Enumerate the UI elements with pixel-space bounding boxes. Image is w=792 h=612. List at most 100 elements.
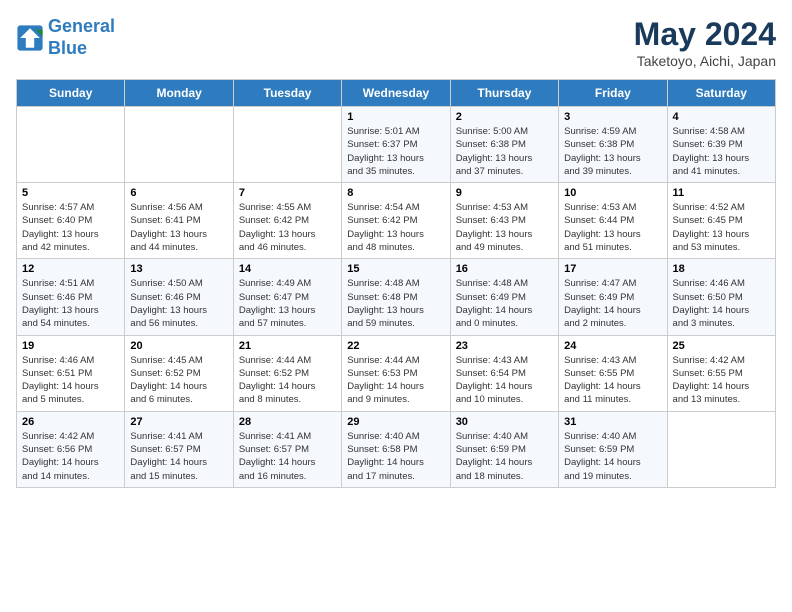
calendar-cell: 5Sunrise: 4:57 AM Sunset: 6:40 PM Daylig… <box>17 183 125 259</box>
day-info: Sunrise: 4:55 AM Sunset: 6:42 PM Dayligh… <box>239 201 336 254</box>
col-header-friday: Friday <box>559 80 667 107</box>
day-info: Sunrise: 4:42 AM Sunset: 6:56 PM Dayligh… <box>22 430 119 483</box>
day-info: Sunrise: 4:43 AM Sunset: 6:55 PM Dayligh… <box>564 354 661 407</box>
week-row-4: 19 Sunrise: 4:46 AM Sunset: 6:51 PM Dayli… <box>17 335 776 411</box>
day-number: 15 <box>347 263 444 275</box>
logo-line2: Blue <box>48 38 115 60</box>
week-row-2: 5Sunrise: 4:57 AM Sunset: 6:40 PM Daylig… <box>17 183 776 259</box>
col-header-wednesday: Wednesday <box>342 80 450 107</box>
day-number: 25 <box>673 340 770 352</box>
calendar-cell: 21 Sunrise: 4:44 AM Sunset: 6:52 PM Dayli… <box>233 335 341 411</box>
col-header-sunday: Sunday <box>17 80 125 107</box>
day-number: 28 <box>239 416 336 428</box>
day-number: 20 <box>130 340 227 352</box>
day-number: 29 <box>347 416 444 428</box>
calendar-cell: 30 Sunrise: 4:40 AM Sunset: 6:59 PM Dayli… <box>450 411 558 487</box>
day-info: Sunrise: 4:53 AM Sunset: 6:44 PM Dayligh… <box>564 201 661 254</box>
calendar-cell: 25 Sunrise: 4:42 AM Sunset: 6:55 PM Dayli… <box>667 335 775 411</box>
calendar-cell: 10 Sunrise: 4:53 AM Sunset: 6:44 PM Dayli… <box>559 183 667 259</box>
logo-text: General Blue <box>48 16 115 59</box>
day-info: Sunrise: 4:42 AM Sunset: 6:55 PM Dayligh… <box>673 354 770 407</box>
calendar-cell: 3 Sunrise: 4:59 AM Sunset: 6:38 PM Daylig… <box>559 107 667 183</box>
day-info: Sunrise: 4:40 AM Sunset: 6:58 PM Dayligh… <box>347 430 444 483</box>
calendar-cell: 6 Sunrise: 4:56 AM Sunset: 6:41 PM Daylig… <box>125 183 233 259</box>
day-number: 9 <box>456 187 553 199</box>
day-number: 11 <box>673 187 770 199</box>
calendar-cell: 20 Sunrise: 4:45 AM Sunset: 6:52 PM Dayli… <box>125 335 233 411</box>
logo-line1: General <box>48 16 115 38</box>
col-header-monday: Monday <box>125 80 233 107</box>
calendar-cell: 27Sunrise: 4:41 AM Sunset: 6:57 PM Dayli… <box>125 411 233 487</box>
day-number: 17 <box>564 263 661 275</box>
calendar-cell: 17 Sunrise: 4:47 AM Sunset: 6:49 PM Dayli… <box>559 259 667 335</box>
calendar-cell: 28 Sunrise: 4:41 AM Sunset: 6:57 PM Dayli… <box>233 411 341 487</box>
day-info: Sunrise: 4:44 AM Sunset: 6:52 PM Dayligh… <box>239 354 336 407</box>
day-number: 21 <box>239 340 336 352</box>
day-info: Sunrise: 4:41 AM Sunset: 6:57 PM Dayligh… <box>239 430 336 483</box>
day-info: Sunrise: 4:57 AM Sunset: 6:40 PM Dayligh… <box>22 201 119 254</box>
day-info: Sunrise: 4:51 AM Sunset: 6:46 PM Dayligh… <box>22 277 119 330</box>
day-info: Sunrise: 4:56 AM Sunset: 6:41 PM Dayligh… <box>130 201 227 254</box>
day-number: 16 <box>456 263 553 275</box>
day-info: Sunrise: 4:47 AM Sunset: 6:49 PM Dayligh… <box>564 277 661 330</box>
day-number: 2 <box>456 111 553 123</box>
day-info: Sunrise: 4:43 AM Sunset: 6:54 PM Dayligh… <box>456 354 553 407</box>
day-number: 23 <box>456 340 553 352</box>
logo: General Blue <box>16 16 115 59</box>
day-number: 6 <box>130 187 227 199</box>
day-number: 12 <box>22 263 119 275</box>
day-number: 27 <box>130 416 227 428</box>
calendar-cell: 7Sunrise: 4:55 AM Sunset: 6:42 PM Daylig… <box>233 183 341 259</box>
calendar-cell: 31Sunrise: 4:40 AM Sunset: 6:59 PM Dayli… <box>559 411 667 487</box>
calendar-cell: 1 Sunrise: 5:01 AM Sunset: 6:37 PM Daylig… <box>342 107 450 183</box>
title-area: May 2024 Taketoyo, Aichi, Japan <box>634 16 776 69</box>
calendar-cell <box>667 411 775 487</box>
day-number: 14 <box>239 263 336 275</box>
calendar-cell: 2Sunrise: 5:00 AM Sunset: 6:38 PM Daylig… <box>450 107 558 183</box>
calendar-cell <box>125 107 233 183</box>
day-info: Sunrise: 4:58 AM Sunset: 6:39 PM Dayligh… <box>673 125 770 178</box>
day-info: Sunrise: 5:01 AM Sunset: 6:37 PM Dayligh… <box>347 125 444 178</box>
day-info: Sunrise: 4:49 AM Sunset: 6:47 PM Dayligh… <box>239 277 336 330</box>
calendar-cell: 24 Sunrise: 4:43 AM Sunset: 6:55 PM Dayli… <box>559 335 667 411</box>
logo-icon <box>16 24 44 52</box>
calendar-cell: 9 Sunrise: 4:53 AM Sunset: 6:43 PM Daylig… <box>450 183 558 259</box>
day-info: Sunrise: 4:44 AM Sunset: 6:53 PM Dayligh… <box>347 354 444 407</box>
week-row-3: 12 Sunrise: 4:51 AM Sunset: 6:46 PM Dayli… <box>17 259 776 335</box>
calendar-header-row: SundayMondayTuesdayWednesdayThursdayFrid… <box>17 80 776 107</box>
calendar-cell: 19 Sunrise: 4:46 AM Sunset: 6:51 PM Dayli… <box>17 335 125 411</box>
calendar-cell: 8Sunrise: 4:54 AM Sunset: 6:42 PM Daylig… <box>342 183 450 259</box>
calendar-cell: 18 Sunrise: 4:46 AM Sunset: 6:50 PM Dayli… <box>667 259 775 335</box>
calendar-cell <box>233 107 341 183</box>
day-number: 10 <box>564 187 661 199</box>
day-number: 4 <box>673 111 770 123</box>
col-header-thursday: Thursday <box>450 80 558 107</box>
col-header-saturday: Saturday <box>667 80 775 107</box>
page-header: General Blue May 2024 Taketoyo, Aichi, J… <box>16 16 776 69</box>
day-info: Sunrise: 4:53 AM Sunset: 6:43 PM Dayligh… <box>456 201 553 254</box>
day-number: 19 <box>22 340 119 352</box>
day-number: 26 <box>22 416 119 428</box>
day-info: Sunrise: 4:50 AM Sunset: 6:46 PM Dayligh… <box>130 277 227 330</box>
day-number: 18 <box>673 263 770 275</box>
calendar-table: SundayMondayTuesdayWednesdayThursdayFrid… <box>16 79 776 488</box>
calendar-cell: 12 Sunrise: 4:51 AM Sunset: 6:46 PM Dayli… <box>17 259 125 335</box>
day-number: 3 <box>564 111 661 123</box>
day-info: Sunrise: 4:45 AM Sunset: 6:52 PM Dayligh… <box>130 354 227 407</box>
day-info: Sunrise: 4:46 AM Sunset: 6:50 PM Dayligh… <box>673 277 770 330</box>
day-number: 22 <box>347 340 444 352</box>
calendar-cell: 29 Sunrise: 4:40 AM Sunset: 6:58 PM Dayli… <box>342 411 450 487</box>
day-number: 13 <box>130 263 227 275</box>
location-subtitle: Taketoyo, Aichi, Japan <box>634 53 776 69</box>
calendar-cell: 16 Sunrise: 4:48 AM Sunset: 6:49 PM Dayli… <box>450 259 558 335</box>
day-number: 1 <box>347 111 444 123</box>
day-info: Sunrise: 4:46 AM Sunset: 6:51 PM Dayligh… <box>22 354 119 407</box>
day-info: Sunrise: 4:59 AM Sunset: 6:38 PM Dayligh… <box>564 125 661 178</box>
day-number: 24 <box>564 340 661 352</box>
day-number: 30 <box>456 416 553 428</box>
day-info: Sunrise: 4:40 AM Sunset: 6:59 PM Dayligh… <box>456 430 553 483</box>
day-info: Sunrise: 4:48 AM Sunset: 6:49 PM Dayligh… <box>456 277 553 330</box>
calendar-cell: 14 Sunrise: 4:49 AM Sunset: 6:47 PM Dayli… <box>233 259 341 335</box>
calendar-cell <box>17 107 125 183</box>
week-row-5: 26 Sunrise: 4:42 AM Sunset: 6:56 PM Dayli… <box>17 411 776 487</box>
